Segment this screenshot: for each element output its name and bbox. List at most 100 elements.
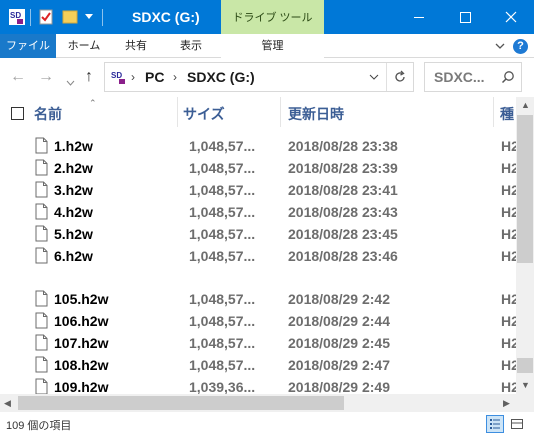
- ribbon-tabs: ファイル ホーム 共有 表示 管理 ?: [0, 34, 534, 58]
- file-row[interactable]: 105.h2w 1,048,57... 2018/08/29 2:42 H2: [0, 288, 516, 310]
- file-type: H2: [501, 226, 516, 242]
- file-type: H2: [501, 138, 516, 154]
- file-type: H2: [501, 379, 516, 394]
- file-row[interactable]: 2.h2w 1,048,57... 2018/08/28 23:39 H2: [0, 157, 516, 179]
- minimize-button[interactable]: [396, 0, 442, 34]
- breadcrumb-separator[interactable]: ›: [173, 70, 177, 84]
- file-row[interactable]: 109.h2w 1,039,36... 2018/08/29 2:49 H2: [0, 376, 516, 394]
- title-bar: SD SDXC (G:) ドライブ ツール: [0, 0, 534, 34]
- file-row[interactable]: 1.h2w 1,048,57... 2018/08/28 23:38 H2: [0, 135, 516, 157]
- file-type: H2: [501, 160, 516, 176]
- tab-home[interactable]: ホーム: [58, 34, 110, 58]
- column-header-date[interactable]: 更新日時: [288, 104, 344, 124]
- column-divider[interactable]: [280, 97, 281, 127]
- minimize-icon: [414, 17, 424, 18]
- breadcrumb-separator[interactable]: ›: [131, 70, 135, 84]
- column-header-name[interactable]: 名前: [34, 104, 62, 124]
- maximize-button[interactable]: [442, 0, 488, 34]
- file-size: 1,048,57...: [189, 138, 256, 154]
- file-name: 106.h2w: [54, 313, 109, 329]
- file-size: 1,048,57...: [189, 204, 256, 220]
- refresh-icon[interactable]: [393, 70, 407, 84]
- file-icon: [35, 247, 48, 264]
- column-divider[interactable]: [177, 97, 178, 127]
- close-button[interactable]: [488, 0, 534, 34]
- ribbon-expand-icon[interactable]: [494, 39, 506, 53]
- new-folder-icon[interactable]: [62, 10, 78, 24]
- properties-icon[interactable]: [39, 9, 53, 25]
- large-icons-view-button[interactable]: [508, 415, 526, 433]
- file-row[interactable]: 107.h2w 1,048,57... 2018/08/29 2:45 H2: [0, 332, 516, 354]
- file-row[interactable]: 3.h2w 1,048,57... 2018/08/28 23:41 H2: [0, 179, 516, 201]
- context-tab-drive-tools: ドライブ ツール: [221, 0, 324, 34]
- column-header-size[interactable]: サイズ: [183, 104, 225, 124]
- file-name: 4.h2w: [54, 204, 93, 220]
- file-size: 1,048,57...: [189, 248, 256, 264]
- file-row[interactable]: 5.h2w 1,048,57... 2018/08/28 23:45 H2: [0, 223, 516, 245]
- search-box[interactable]: SDXC...: [424, 62, 522, 92]
- breadcrumb-drive[interactable]: SDXC (G:): [187, 69, 255, 85]
- file-type: H2: [501, 291, 516, 307]
- select-all-checkbox[interactable]: [11, 107, 24, 120]
- file-name: 105.h2w: [54, 291, 109, 307]
- file-row[interactable]: 106.h2w 1,048,57... 2018/08/29 2:44 H2: [0, 310, 516, 332]
- column-header-type[interactable]: 種: [500, 104, 514, 124]
- file-name: 109.h2w: [54, 379, 109, 394]
- file-type: H2: [501, 248, 516, 264]
- scroll-right-icon[interactable]: ▶: [503, 398, 510, 409]
- sort-caret-icon: ⌃: [89, 98, 97, 108]
- address-dropdown-icon[interactable]: [369, 74, 379, 81]
- file-size: 1,048,57...: [189, 160, 256, 176]
- details-view-button[interactable]: [486, 415, 504, 433]
- file-type: H2: [501, 313, 516, 329]
- file-date: 2018/08/29 2:49: [288, 379, 390, 394]
- qat-dropdown-icon[interactable]: [85, 14, 93, 20]
- breadcrumb-pc[interactable]: PC: [145, 69, 164, 85]
- search-icon[interactable]: [501, 70, 515, 84]
- file-date: 2018/08/28 23:43: [288, 204, 398, 220]
- vertical-scroll-thumb-lower[interactable]: [517, 358, 533, 373]
- tab-view[interactable]: 表示: [164, 34, 218, 58]
- vertical-scroll-thumb[interactable]: [517, 115, 533, 263]
- file-date: 2018/08/28 23:46: [288, 248, 398, 264]
- navigation-bar: ← → ↑ SD › PC › SDXC (G:) SDXC...: [0, 59, 534, 97]
- file-date: 2018/08/29 2:42: [288, 291, 390, 307]
- file-name: 2.h2w: [54, 160, 93, 176]
- file-size: 1,048,57...: [189, 182, 256, 198]
- file-name: 107.h2w: [54, 335, 109, 351]
- tab-manage[interactable]: 管理: [221, 34, 324, 58]
- forward-arrow-icon[interactable]: →: [38, 68, 54, 86]
- scroll-down-icon[interactable]: ▼: [521, 380, 530, 390]
- up-arrow-icon[interactable]: ↑: [85, 68, 93, 86]
- file-icon: [35, 312, 48, 329]
- file-type: H2: [501, 182, 516, 198]
- file-icon: [35, 334, 48, 351]
- status-bar: 109 個の項目: [0, 412, 534, 436]
- file-list: 1.h2w 1,048,57... 2018/08/28 23:38 H2 2.…: [0, 127, 516, 394]
- file-row[interactable]: 4.h2w 1,048,57... 2018/08/28 23:43 H2: [0, 201, 516, 223]
- back-arrow-icon[interactable]: ←: [10, 68, 26, 86]
- recent-locations-icon[interactable]: [66, 74, 75, 92]
- file-icon: [35, 159, 48, 176]
- help-icon[interactable]: ?: [513, 39, 528, 54]
- file-row[interactable]: 108.h2w 1,048,57... 2018/08/29 2:47 H2: [0, 354, 516, 376]
- drive-app-icon[interactable]: SD: [8, 8, 26, 26]
- horizontal-scroll-thumb[interactable]: [18, 396, 344, 410]
- qat-separator: [102, 9, 103, 26]
- file-icon: [35, 203, 48, 220]
- address-divider: [386, 63, 387, 91]
- file-type: H2: [501, 204, 516, 220]
- file-date: 2018/08/29 2:47: [288, 357, 390, 373]
- file-size: 1,039,36...: [189, 379, 256, 394]
- column-divider[interactable]: [493, 97, 494, 127]
- qat-separator: [30, 9, 31, 26]
- item-count: 109 個の項目: [6, 420, 72, 432]
- tab-share[interactable]: 共有: [112, 34, 160, 58]
- file-icon: [35, 356, 48, 373]
- file-row[interactable]: 6.h2w 1,048,57... 2018/08/28 23:46 H2: [0, 245, 516, 267]
- scroll-left-icon[interactable]: ◀: [4, 398, 11, 409]
- scroll-up-icon[interactable]: ▲: [521, 100, 530, 110]
- address-bar[interactable]: SD › PC › SDXC (G:): [104, 62, 414, 92]
- tab-file[interactable]: ファイル: [0, 34, 56, 58]
- file-name: 3.h2w: [54, 182, 93, 198]
